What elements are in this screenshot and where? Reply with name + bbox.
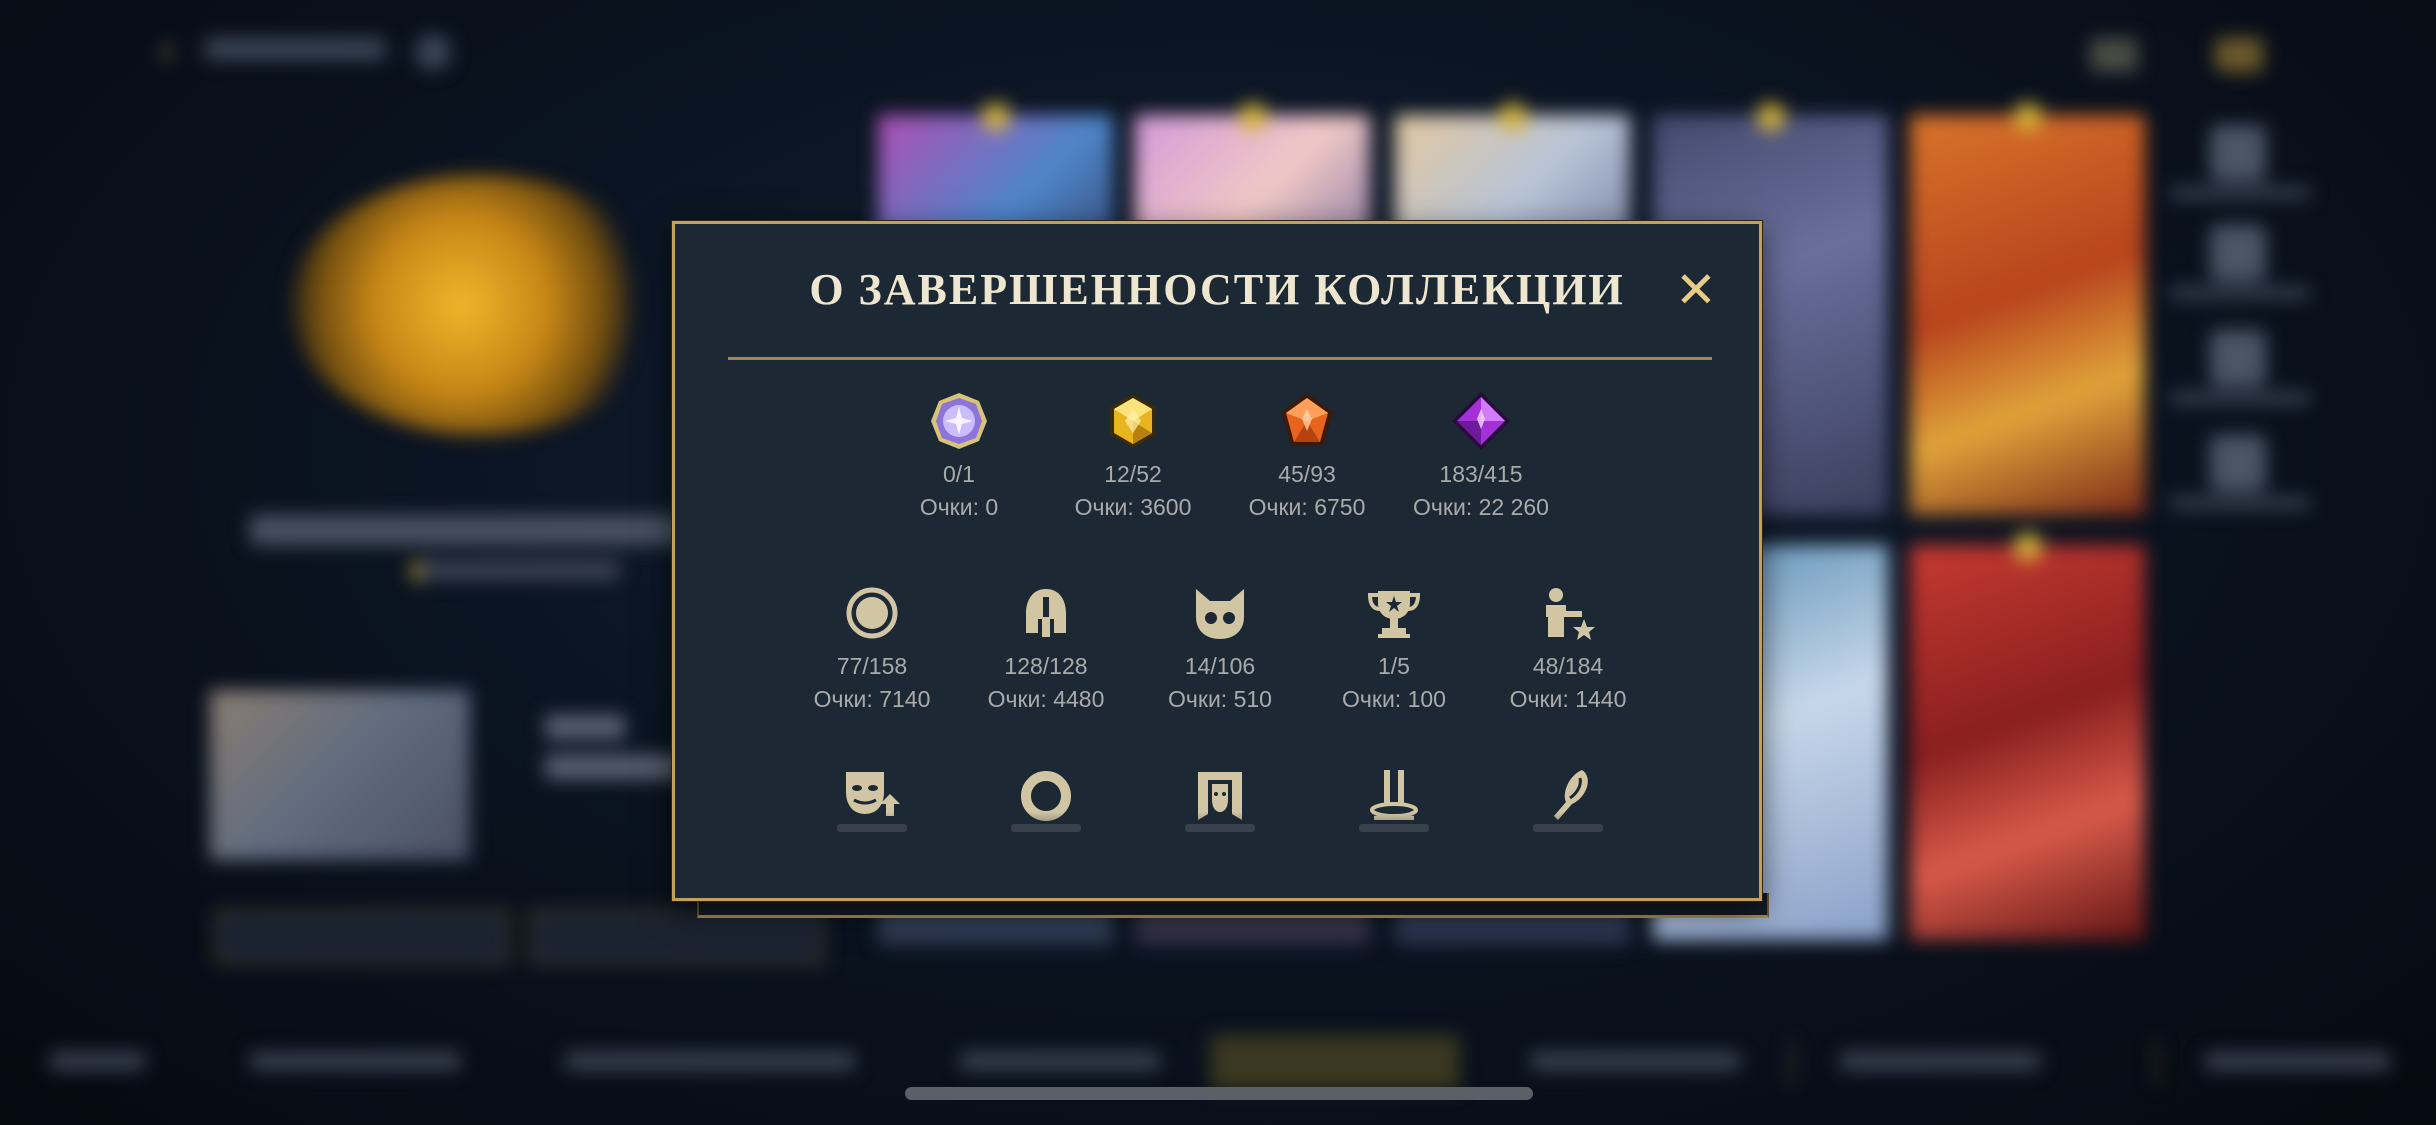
- featured-card-image[interactable]: [210, 690, 470, 860]
- sidebar-icon[interactable]: [2210, 435, 2266, 491]
- stat-count: 0/1: [943, 461, 975, 487]
- sidebar-icon[interactable]: [2210, 125, 2266, 181]
- stat-points: Очки: 4480: [987, 686, 1105, 712]
- bottom-tab[interactable]: [250, 1052, 460, 1070]
- bottom-tab[interactable]: [2205, 1052, 2390, 1070]
- sidebar-label: [2170, 497, 2310, 509]
- bottom-tab[interactable]: [565, 1052, 855, 1070]
- clipped-text: [1359, 824, 1429, 832]
- star-icon: [1238, 103, 1267, 131]
- top-bar: ‹: [150, 30, 2263, 72]
- stat-points: Очки: 3600: [1074, 494, 1192, 520]
- blurred-button[interactable]: [215, 910, 509, 964]
- blurred-card-text: [545, 755, 685, 779]
- collection-screen: ‹ О ЗАВЕРШЕННОСТИ КОЛЛЕКЦИИ ✕ 0/1 Очки: …: [0, 0, 2436, 1125]
- currency-icon[interactable]: [2090, 38, 2138, 72]
- stat-count: 12/52: [1104, 461, 1162, 487]
- dialog-title: О ЗАВЕРШЕННОСТИ КОЛЛЕКЦИИ: [809, 265, 1625, 314]
- clipped-text: [1533, 824, 1603, 832]
- sidebar-icon[interactable]: [2210, 225, 2266, 281]
- skin-tile[interactable]: [1910, 533, 2145, 940]
- stat-points: Очки: 100: [1342, 686, 1446, 712]
- star-icon: [1756, 103, 1785, 131]
- clipped-text: [837, 824, 907, 832]
- stat-count: 45/93: [1278, 461, 1336, 487]
- content-fade: [715, 812, 1725, 872]
- skin-tile[interactable]: [1910, 103, 2145, 515]
- back-chevron-icon[interactable]: ‹: [160, 30, 182, 70]
- bottom-tab[interactable]: [960, 1052, 1160, 1070]
- home-indicator[interactable]: [905, 1087, 1533, 1100]
- stat-points: Очки: 1440: [1509, 686, 1627, 712]
- stat-count: 183/415: [1439, 461, 1523, 487]
- star-icon: [2013, 103, 2042, 131]
- close-button[interactable]: ✕: [1670, 264, 1722, 316]
- blurred-button[interactable]: [530, 910, 824, 964]
- bottom-tab[interactable]: [50, 1052, 145, 1070]
- collection-emblem: [290, 175, 670, 435]
- shop-icon[interactable]: [2215, 38, 2263, 72]
- close-icon: ✕: [1675, 261, 1717, 319]
- helmet-icon: [1014, 581, 1078, 645]
- trophy-icon: [1362, 581, 1426, 645]
- clipped-text: [1011, 824, 1081, 832]
- sidebar-label: [2170, 287, 2310, 299]
- sidebar-label: [2170, 392, 2310, 404]
- cat-face-icon: [1188, 581, 1252, 645]
- circle-token-icon: [840, 581, 904, 645]
- sidebar-icon[interactable]: [2210, 330, 2266, 386]
- ultimate-gem-icon: [927, 389, 991, 453]
- stat-points: Очки: 22 260: [1413, 494, 1549, 520]
- title-divider: [728, 357, 1712, 360]
- clipped-text: [1185, 824, 1255, 832]
- star-icon: [981, 103, 1010, 131]
- back-label-placeholder[interactable]: [205, 38, 385, 60]
- person-star-icon: [1536, 581, 1600, 645]
- stat-points: Очки: 0: [919, 494, 999, 520]
- star-icon: [2013, 533, 2042, 561]
- stat-points: Очки: 6750: [1248, 494, 1366, 520]
- stat-count: 14/106: [1184, 653, 1256, 679]
- stat-count: 1/5: [1378, 653, 1410, 679]
- bottom-tab[interactable]: [1840, 1052, 2040, 1070]
- bottom-tab[interactable]: [1530, 1052, 1740, 1070]
- stat-count: 77/158: [836, 653, 908, 679]
- legendary-gem-icon: [1101, 389, 1165, 453]
- stat-count: 128/128: [1004, 653, 1088, 679]
- stat-points: Очки: 510: [1168, 686, 1272, 712]
- stat-count: 48/184: [1532, 653, 1604, 679]
- blurred-subtitle-text: [420, 560, 620, 580]
- tab-separator: [2155, 1040, 2158, 1086]
- bottom-tab-active[interactable]: [1210, 1035, 1460, 1090]
- blurred-title-text: [250, 515, 690, 545]
- gear-icon[interactable]: [415, 34, 451, 70]
- collection-info-dialog: О ЗАВЕРШЕННОСТИ КОЛЛЕКЦИИ ✕ 0/1 Очки: 0: [672, 221, 1762, 901]
- mythic-gem-icon: [1275, 389, 1339, 453]
- star-icon: [1498, 103, 1527, 131]
- tab-separator: [1790, 1040, 1793, 1086]
- epic-gem-icon: [1449, 389, 1513, 453]
- stat-points: Очки: 7140: [813, 686, 931, 712]
- blurred-card-text: [545, 715, 625, 739]
- sidebar-label: [2170, 187, 2310, 199]
